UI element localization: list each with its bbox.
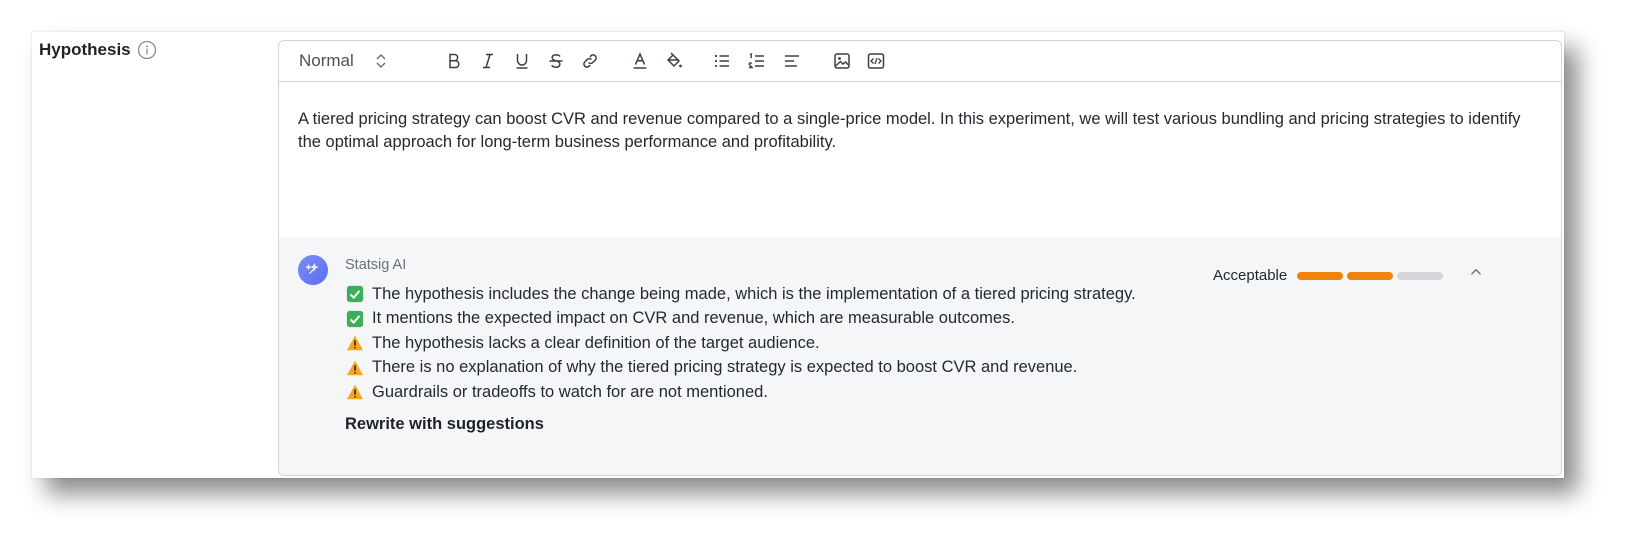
numbered-list-icon[interactable] bbox=[746, 50, 768, 72]
rating-bar-segment bbox=[1297, 271, 1344, 280]
format-select-value: Normal bbox=[299, 51, 354, 70]
align-left-icon[interactable] bbox=[781, 50, 803, 72]
chevron-up-icon[interactable] bbox=[1467, 263, 1485, 281]
feedback-item: The hypothesis lacks a clear definition … bbox=[345, 331, 1136, 356]
rating-bar-segment bbox=[1347, 271, 1394, 280]
feedback-text: Guardrails or tradeoffs to watch for are… bbox=[372, 382, 768, 401]
rich-text-editor: Normal A tiered pricing strategy can boo… bbox=[278, 40, 1562, 476]
ai-assistant-name: Statsig AI bbox=[345, 257, 407, 273]
fill-color-icon[interactable] bbox=[663, 50, 685, 72]
italic-icon[interactable] bbox=[477, 50, 499, 72]
hypothesis-text-area[interactable]: A tiered pricing strategy can boost CVR … bbox=[279, 82, 1561, 237]
feedback-text: The hypothesis includes the change being… bbox=[372, 284, 1136, 303]
feedback-item: The hypothesis includes the change being… bbox=[345, 282, 1136, 307]
ai-sparkle-icon bbox=[298, 255, 328, 285]
field-label-group: Hypothesis bbox=[39, 40, 157, 60]
bold-icon[interactable] bbox=[443, 50, 465, 72]
field-label: Hypothesis bbox=[39, 40, 131, 59]
ai-feedback-list: The hypothesis includes the change being… bbox=[345, 282, 1136, 405]
image-icon[interactable] bbox=[831, 50, 853, 72]
format-select[interactable]: Normal bbox=[299, 41, 354, 81]
warning-icon bbox=[345, 358, 365, 378]
feedback-text: The hypothesis lacks a clear definition … bbox=[372, 333, 820, 352]
warning-icon bbox=[345, 382, 365, 402]
check-icon bbox=[345, 309, 365, 329]
strikethrough-icon[interactable] bbox=[545, 50, 567, 72]
info-icon[interactable] bbox=[137, 40, 157, 60]
rating-bar-segment bbox=[1397, 271, 1444, 280]
chevron-up-down-icon[interactable] bbox=[371, 51, 391, 71]
quality-rating: Acceptable bbox=[1213, 267, 1447, 284]
feedback-text: There is no explanation of why the tiere… bbox=[372, 358, 1078, 377]
bullet-list-icon[interactable] bbox=[711, 50, 733, 72]
link-icon[interactable] bbox=[579, 50, 601, 72]
feedback-item: There is no explanation of why the tiere… bbox=[345, 356, 1136, 381]
feedback-text: It mentions the expected impact on CVR a… bbox=[372, 309, 1015, 328]
editor-toolbar: Normal bbox=[279, 41, 1561, 82]
rewrite-with-suggestions-button[interactable]: Rewrite with suggestions bbox=[345, 415, 544, 434]
ai-feedback-panel: Statsig AI The hypothesis includes the c… bbox=[279, 237, 1561, 475]
feedback-item: It mentions the expected impact on CVR a… bbox=[345, 307, 1136, 332]
hypothesis-card: Hypothesis Normal A tiered pricing strat… bbox=[32, 32, 1564, 478]
warning-icon bbox=[345, 333, 365, 353]
rating-label: Acceptable bbox=[1213, 267, 1288, 284]
text-color-icon[interactable] bbox=[629, 50, 651, 72]
feedback-item: Guardrails or tradeoffs to watch for are… bbox=[345, 380, 1136, 405]
check-icon bbox=[345, 284, 365, 304]
underline-icon[interactable] bbox=[511, 50, 533, 72]
code-block-icon[interactable] bbox=[865, 50, 887, 72]
